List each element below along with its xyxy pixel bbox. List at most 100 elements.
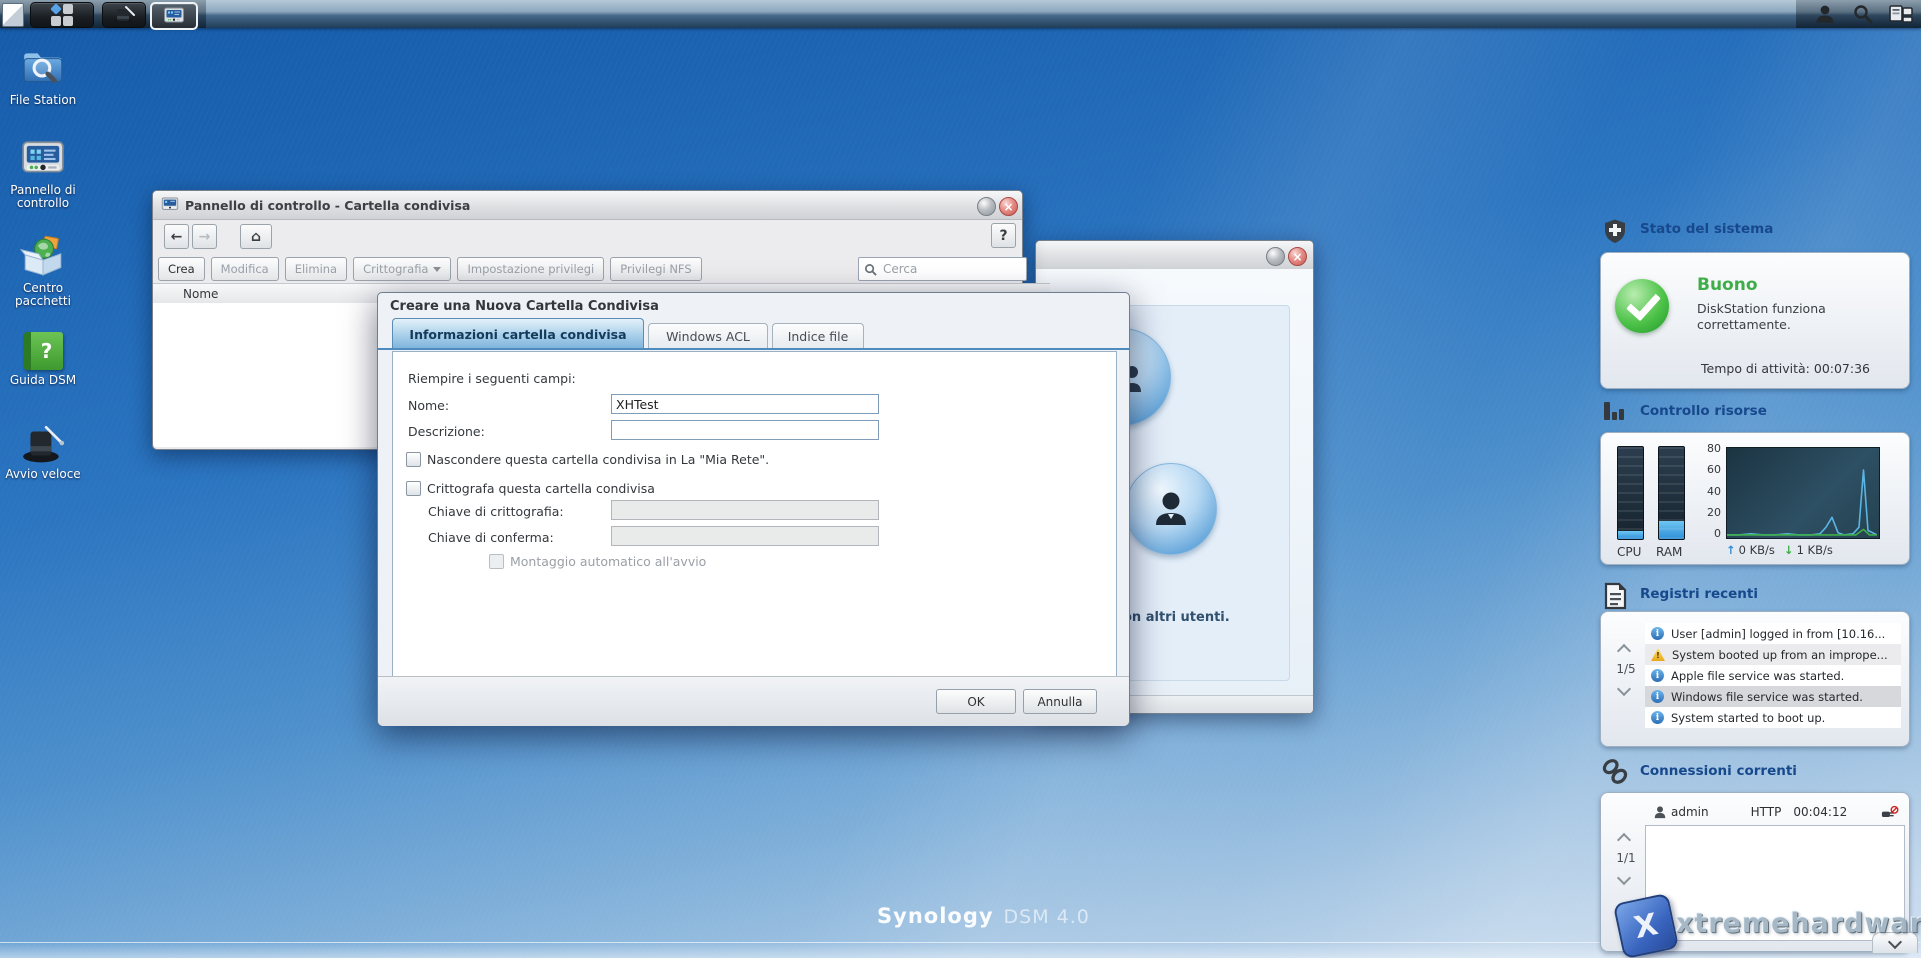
column-header-name: Nome — [183, 287, 218, 301]
warning-icon: ! — [1651, 648, 1665, 661]
hide-folder-checkbox[interactable] — [406, 452, 421, 467]
encrypt-folder-label: Crittografa questa cartella condivisa — [427, 481, 655, 496]
delete-button[interactable]: Elimina — [285, 257, 347, 281]
edit-button[interactable]: Modifica — [211, 257, 279, 281]
quick-start-button[interactable] — [102, 2, 146, 28]
shield-icon — [1602, 218, 1628, 244]
control-panel-icon — [20, 138, 66, 180]
system-status-header: Stato del sistema — [1640, 221, 1773, 237]
control-panel-icon — [162, 6, 186, 26]
net-legend: ↑ 0 KB/s ↓ 1 KB/s — [1726, 543, 1833, 557]
control-panel-taskbar-button[interactable] — [150, 2, 198, 30]
encryption-dropdown-button[interactable]: Crittografia — [353, 257, 451, 281]
description-input[interactable] — [611, 420, 879, 440]
log-row: i System started to boot up. — [1645, 707, 1901, 728]
user-menu-button[interactable] — [1812, 3, 1838, 25]
automount-checkbox[interactable] — [489, 554, 504, 569]
file-station-icon — [20, 44, 66, 90]
watermark-logo: X — [1613, 893, 1679, 958]
connection-row: admin HTTP 00:04:12 — [1645, 801, 1903, 823]
logs-page-up-button[interactable] — [1617, 644, 1631, 658]
desktop-icon-dsm-help[interactable]: ? Guida DSM — [0, 332, 86, 387]
description-label: Descrizione: — [408, 424, 485, 439]
status-value: Buono — [1697, 275, 1758, 295]
close-icon[interactable]: × — [1288, 247, 1307, 266]
folder-toolbar: Crea Modifica Elimina Crittografia Impos… — [158, 257, 702, 281]
dialog-tabs: Informazioni cartella condivisa Windows … — [392, 319, 1115, 349]
privileges-setup-button[interactable]: Impostazione privilegi — [457, 257, 604, 281]
help-button[interactable]: ? — [991, 223, 1016, 248]
logs-page-down-button[interactable] — [1617, 682, 1631, 696]
back-button[interactable]: ← — [164, 224, 189, 249]
encryption-key-input[interactable] — [611, 500, 879, 520]
disconnect-icon[interactable] — [1881, 805, 1899, 820]
cancel-button[interactable]: Annulla — [1023, 689, 1097, 714]
tab-shared-folder-info[interactable]: Informazioni cartella condivisa — [392, 318, 644, 349]
desktop-icon-control-panel[interactable]: Pannello di controllo — [0, 138, 86, 210]
search-input[interactable] — [881, 261, 1005, 277]
user-icon — [1653, 805, 1667, 819]
net-graph — [1726, 447, 1880, 539]
upload-rate: 0 KB/s — [1739, 543, 1775, 557]
main-menu-button[interactable] — [30, 2, 94, 28]
pilot-view-button[interactable] — [1886, 3, 1916, 25]
create-button[interactable]: Crea — [158, 257, 205, 281]
log-row: i Windows file service was started. — [1645, 686, 1901, 707]
hide-folder-label: Nascondere questa cartella condivisa in … — [427, 452, 769, 467]
tab-windows-acl[interactable]: Windows ACL — [648, 323, 768, 349]
package-center-icon — [20, 234, 66, 278]
connections-page-up-button[interactable] — [1617, 833, 1631, 847]
info-icon: i — [1651, 669, 1664, 682]
help-book-icon: ? — [24, 332, 63, 370]
close-glyph: × — [1292, 251, 1302, 263]
version-text: DSM 4.0 — [1004, 906, 1090, 928]
dialog-title: Creare una Nuova Cartella Condivisa — [390, 299, 659, 314]
desktop-icon-package-center[interactable]: Centro pacchetti — [0, 234, 86, 308]
desktop-icon-file-station[interactable]: File Station — [0, 44, 86, 107]
cpu-meter — [1617, 446, 1644, 540]
search-icon — [1852, 4, 1874, 24]
nfs-privileges-button[interactable]: Privilegi NFS — [610, 257, 701, 281]
status-ok-icon — [1615, 279, 1669, 333]
confirm-key-input[interactable] — [611, 526, 879, 546]
search-button[interactable] — [1850, 3, 1876, 25]
home-button[interactable]: ⌂ — [240, 224, 272, 249]
form-intro: Riempire i seguenti campi: — [408, 371, 576, 386]
resource-monitor-header: Controllo risorse — [1640, 403, 1767, 419]
ok-button[interactable]: OK — [936, 689, 1016, 714]
connections-page-down-button[interactable] — [1617, 871, 1631, 885]
search-icon — [864, 263, 877, 276]
watermark-letter: X — [1631, 906, 1661, 945]
ram-label: RAM — [1656, 545, 1682, 559]
upload-arrow-icon: ↑ — [1726, 543, 1736, 557]
chain-link-icon — [1600, 757, 1630, 787]
automount-label: Montaggio automatico all'avvio — [510, 554, 706, 569]
info-icon: i — [1651, 711, 1664, 724]
encryption-key-label: Chiave di crittografia: — [428, 504, 564, 519]
user-sphere-icon — [1125, 463, 1217, 555]
search-box — [858, 257, 1027, 281]
tab-file-index[interactable]: Indice file — [772, 323, 864, 349]
back-arrow-icon: ← — [171, 229, 183, 245]
uptime-text: Tempo di attività: 00:07:36 — [1701, 361, 1870, 376]
brand-text: Synology — [877, 904, 994, 928]
status-description: DiskStation funziona correttamente. — [1697, 301, 1826, 333]
cpu-label: CPU — [1617, 545, 1641, 559]
desktop-icon-label: Avvio veloce — [5, 468, 80, 481]
desktop-icon-label: Pannello di controllo — [0, 184, 86, 210]
show-desktop-button[interactable] — [2, 3, 24, 27]
minimize-button[interactable] — [1266, 247, 1285, 266]
home-icon: ⌂ — [251, 229, 261, 245]
name-input[interactable] — [611, 394, 879, 414]
control-panel-icon — [161, 196, 179, 213]
magic-hat-icon — [20, 422, 66, 464]
forward-button[interactable]: → — [192, 224, 217, 249]
window-title: Pannello di controllo - Cartella condivi… — [185, 198, 470, 213]
encrypt-folder-checkbox[interactable] — [406, 481, 421, 496]
close-icon[interactable]: × — [999, 197, 1018, 216]
desktop-icon-label: Centro pacchetti — [0, 282, 86, 308]
help-icon: ? — [999, 228, 1007, 244]
wizard-caption: on altri utenti. — [1123, 610, 1230, 625]
desktop-icon-quick-start[interactable]: Avvio veloce — [0, 422, 86, 481]
minimize-button[interactable] — [977, 197, 996, 216]
